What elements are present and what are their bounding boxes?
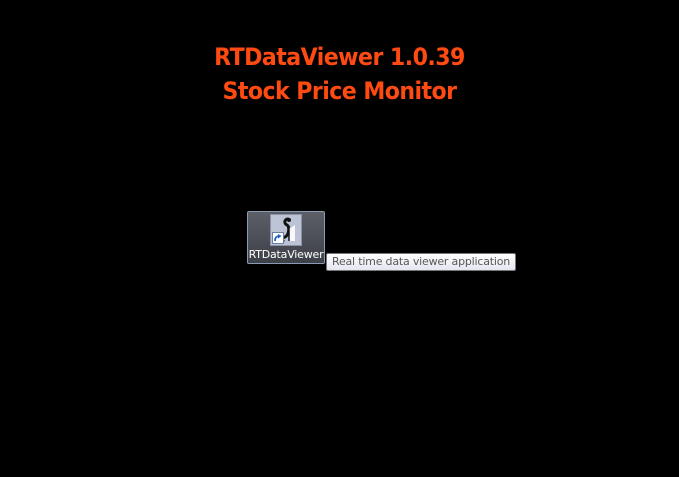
icon-tooltip: Real time data viewer application bbox=[326, 253, 517, 271]
desktop[interactable]: RTDataViewer 1.0.39 Stock Price Monitor … bbox=[0, 0, 679, 477]
banner-title: RTDataViewer 1.0.39 bbox=[214, 43, 465, 71]
banner-subtitle: Stock Price Monitor bbox=[222, 77, 457, 105]
rtdataviewer-app-icon bbox=[270, 214, 302, 246]
desktop-shortcut-label: RTDataViewer bbox=[248, 248, 324, 261]
desktop-shortcut-rtdataviewer[interactable]: RTDataViewer bbox=[247, 211, 325, 264]
wallpaper-banner: RTDataViewer 1.0.39 Stock Price Monitor bbox=[27, 40, 652, 108]
shortcut-arrow-icon bbox=[272, 232, 284, 244]
